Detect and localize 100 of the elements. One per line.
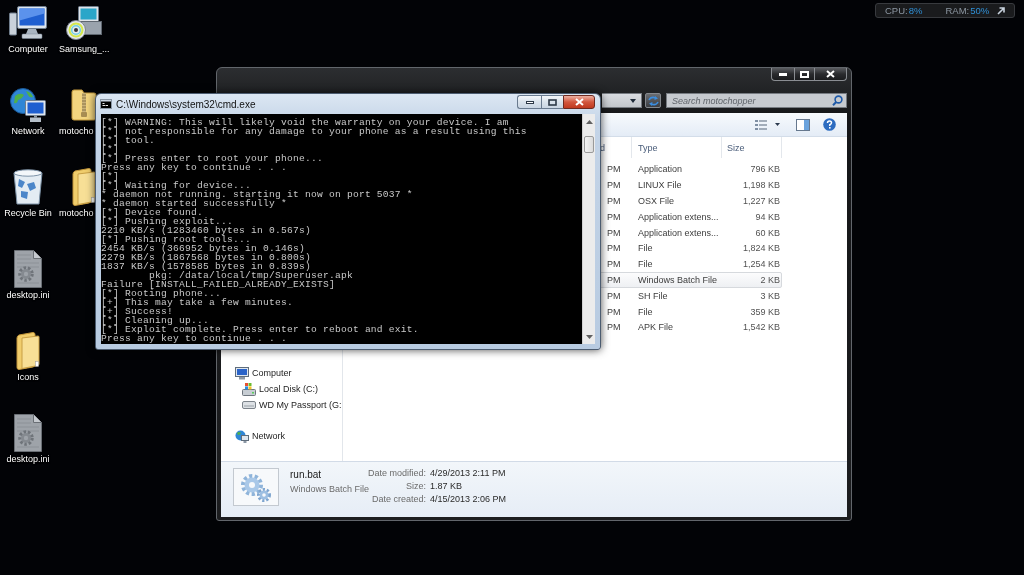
scrollbar-track[interactable] [582, 114, 595, 344]
file-row[interactable]: PM File 359 KB [599, 303, 782, 320]
file-row[interactable]: PM File 1,254 KB [599, 256, 782, 273]
preview-pane-icon[interactable] [796, 118, 810, 131]
console-line: [*] Device found. [101, 207, 203, 217]
file-row[interactable]: PM SH File 3 KB [599, 287, 782, 304]
table-cell: PM [607, 243, 621, 254]
desktop-icon-label[interactable]: Icons [17, 371, 39, 383]
desktop-icon-label[interactable]: Computer [8, 43, 48, 55]
recycle-bin-icon[interactable] [13, 168, 43, 205]
computer-icon[interactable] [9, 6, 47, 39]
table-cell: 1,227 KB [742, 196, 780, 206]
column-header[interactable]: Size [722, 137, 782, 158]
table-cell: OSX File [638, 196, 674, 206]
view-list-icon[interactable] [755, 119, 767, 130]
table-cell: 3 KB [760, 290, 780, 301]
desktop-icon-label[interactable]: Network [11, 125, 45, 137]
scroll-down-icon[interactable] [585, 335, 593, 339]
help-icon[interactable] [823, 118, 836, 131]
column-header[interactable]: Type [632, 137, 722, 158]
desktop-icon-label[interactable]: desktop.ini [6, 453, 50, 465]
table-cell: Application [638, 164, 683, 175]
network-icon[interactable] [10, 87, 46, 122]
ram-label: RAM: [945, 5, 970, 16]
table-cell: SH File [638, 290, 668, 301]
desktop-icon-label[interactable]: motocho [59, 207, 94, 219]
desktop-icon-label[interactable]: motocho [59, 125, 94, 137]
table-cell: 2 KB [760, 274, 780, 285]
console-line: 2279 KB/s (1867568 bytes in 0.800s) [101, 252, 311, 262]
table-cell: LINUX File [638, 180, 682, 191]
nav-item[interactable]: WD My Passport (G: [242, 397, 342, 413]
folder-icon[interactable] [72, 167, 96, 206]
scroll-up-icon[interactable] [585, 120, 593, 124]
nav-item[interactable]: Computer [235, 365, 292, 381]
table-cell: PM [607, 227, 621, 238]
console-line: * daemon started successfully * [101, 198, 287, 208]
console-line: 2210 KB/s (1283460 bytes in 0.567s) [101, 225, 311, 235]
nav-item[interactable]: Local Disk (C:) [242, 381, 318, 397]
table-cell: APK File [638, 322, 673, 333]
file-type: Windows Batch File [290, 483, 370, 496]
table-cell: 1,824 KB [742, 243, 780, 254]
file-row[interactable]: PM Application extens... 94 KB [599, 208, 782, 225]
file-row[interactable]: PM Application 796 KB [599, 161, 782, 178]
console-line: Press any key to continue . . . [101, 333, 287, 343]
scrollbar-thumb[interactable] [584, 136, 594, 153]
desktop-icon-label[interactable]: Samsung_... [59, 43, 110, 55]
expand-arrow-icon[interactable] [997, 6, 1005, 15]
maximize-button[interactable] [541, 95, 563, 109]
cpu-value: 8% [908, 5, 923, 16]
installer-icon[interactable] [66, 5, 102, 40]
table-cell: Windows Batch File [638, 274, 718, 285]
cpu-label: CPU: [885, 5, 908, 16]
dropdown-caret-icon[interactable] [630, 98, 636, 103]
desktop-icon-label[interactable]: desktop.ini [6, 289, 50, 301]
console-line: [*] tool. [101, 135, 155, 145]
console-line: * daemon not running. starting it now on port 5037 * [101, 189, 413, 199]
table-cell: 60 KB [755, 227, 780, 238]
table-cell: 359 KB [750, 306, 780, 317]
dropdown-caret-icon[interactable] [775, 123, 780, 126]
console-line: [*] Rooting phone... [101, 288, 221, 298]
table-cell: File [638, 243, 653, 254]
console-line: [*] Exploit complete. Press enter to reboot and exit. [101, 324, 419, 334]
close-button[interactable] [814, 68, 847, 81]
folder-icon[interactable] [16, 331, 40, 370]
external-drive-icon [242, 401, 256, 409]
refresh-button[interactable] [645, 93, 661, 108]
console-line: [*] [101, 171, 119, 181]
file-row[interactable]: PM Windows Batch File 2 KB [599, 272, 782, 288]
console-line: [*] [101, 144, 119, 154]
maximize-button[interactable] [794, 68, 814, 81]
network-icon [235, 429, 249, 443]
window-title: C:\Windows\system32\cmd.exe [116, 98, 256, 110]
table-cell: Application extens... [638, 227, 719, 238]
address-field[interactable] [602, 93, 642, 108]
zip-folder-icon[interactable] [71, 88, 97, 121]
file-row[interactable]: PM LINUX File 1,198 KB [599, 177, 782, 194]
property-label: Date modified: [367, 466, 426, 480]
table-cell: 796 KB [750, 164, 780, 175]
close-icon [826, 70, 835, 78]
property-label: Date created: [371, 492, 426, 506]
gear-file-icon[interactable] [14, 249, 42, 288]
console-icon [100, 99, 112, 109]
nav-item[interactable]: Network [235, 428, 285, 444]
console-line: [*] not responsible for any damage to your phone as a result using this [101, 126, 527, 136]
minimize-button[interactable] [517, 95, 541, 109]
console-line: [+] This may take a few minutes. [101, 297, 293, 307]
close-button[interactable] [563, 95, 595, 109]
table-cell: 1,254 KB [742, 259, 780, 270]
desktop-icon-label[interactable]: Recycle Bin [4, 207, 52, 219]
file-row[interactable]: PM APK File 1,542 KB [599, 319, 782, 336]
file-row[interactable]: PM OSX File 1,227 KB [599, 193, 782, 209]
table-cell: File [638, 306, 653, 317]
search-field[interactable]: Search motochopper [666, 93, 847, 108]
search-icon[interactable] [832, 95, 843, 106]
property-value: 1.87 KB [430, 479, 464, 493]
table-cell: PM [607, 196, 621, 206]
file-row[interactable]: PM File 1,824 KB [599, 240, 782, 257]
file-row[interactable]: PM Application extens... 60 KB [599, 224, 782, 241]
minimize-button[interactable] [771, 68, 794, 81]
gear-file-icon[interactable] [14, 413, 42, 452]
